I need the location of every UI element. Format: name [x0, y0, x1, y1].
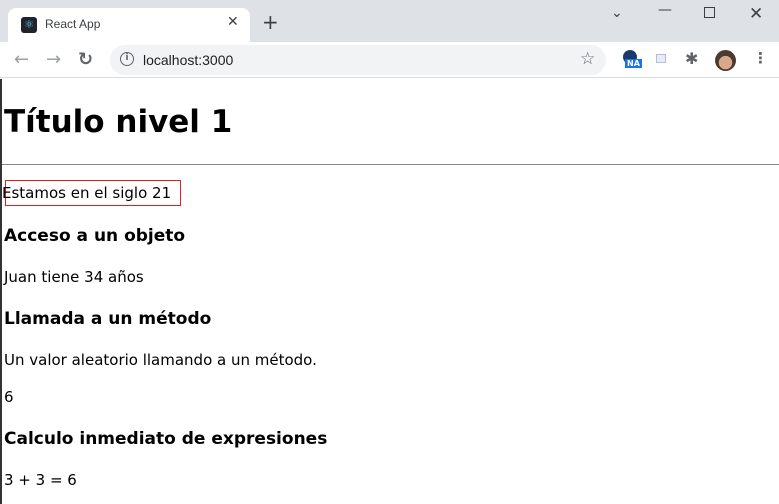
back-icon[interactable]: ← [14, 49, 29, 70]
profile-avatar[interactable] [715, 50, 736, 71]
extensions-puzzle-icon[interactable]: ✱ [685, 49, 698, 68]
random-value: 6 [4, 388, 14, 406]
new-tab-button[interactable]: + [262, 12, 279, 32]
url-text[interactable]: localhost:3000 [143, 52, 233, 68]
expression-text: 3 + 3 = 6 [4, 471, 77, 489]
close-window-icon[interactable]: ✕ [749, 4, 763, 24]
tab-search-icon[interactable]: ⌄ [611, 5, 623, 21]
close-tab-icon[interactable]: ✕ [227, 14, 239, 30]
minimize-icon[interactable]: — [658, 2, 672, 18]
react-icon: ⚛ [21, 17, 37, 33]
method-text: Un valor aleatorio llamando a un método. [4, 351, 317, 369]
search-extension-icon[interactable] [656, 54, 666, 63]
maximize-icon[interactable] [704, 7, 715, 18]
section-expression-title: Calculo inmediato de expresiones [4, 429, 328, 449]
tab-react-app[interactable]: ⚛ React App ✕ [8, 8, 250, 42]
address-bar[interactable]: i localhost:3000 ☆ [110, 45, 606, 75]
info-icon[interactable]: i [120, 52, 134, 66]
bookmark-star-icon[interactable]: ☆ [580, 49, 595, 69]
tab-title: React App [45, 17, 101, 31]
page-content: Título nivel 1 Estamos en el siglo 21 Ac… [0, 79, 779, 504]
menu-icon[interactable]: ⋮ [753, 49, 768, 67]
page-title: Título nivel 1 [4, 104, 233, 140]
toolbar: ← → ↻ i localhost:3000 ☆ NA ✱ ⋮ [0, 42, 779, 78]
extension-badge: NA [625, 59, 642, 68]
title-bar: ⚛ React App ✕ + ⌄ — ✕ [0, 0, 779, 42]
extension-icon[interactable]: NA [622, 50, 642, 70]
section-object-title: Acceso a un objeto [4, 226, 186, 246]
reload-icon[interactable]: ↻ [78, 49, 93, 70]
object-text: Juan tiene 34 años [4, 268, 144, 286]
section-method-title: Llamada a un método [4, 309, 212, 329]
forward-icon[interactable]: → [46, 49, 61, 70]
divider [2, 164, 779, 165]
century-text: Estamos en el siglo 21 [2, 184, 172, 202]
